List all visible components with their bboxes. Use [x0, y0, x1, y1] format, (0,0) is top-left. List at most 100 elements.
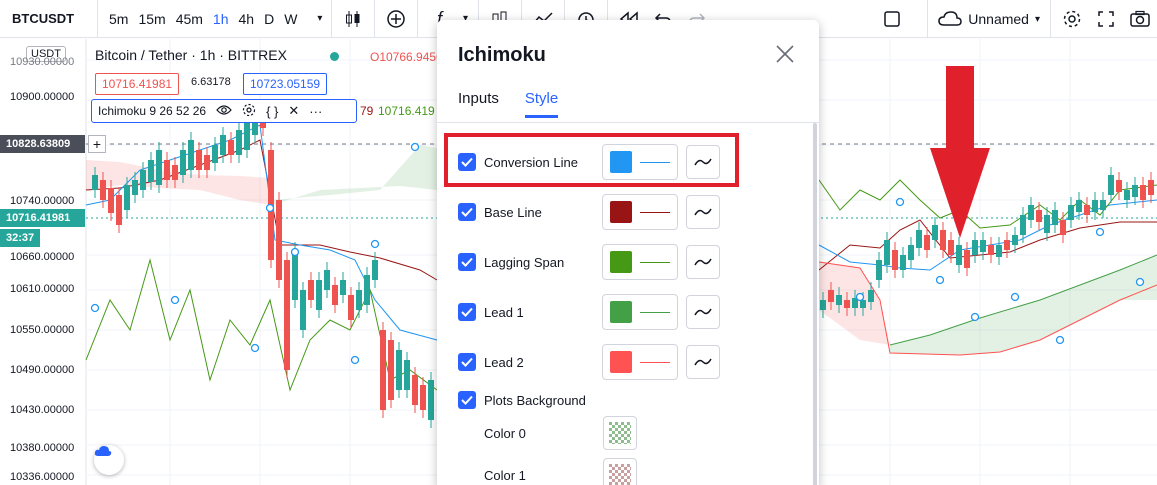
- plots-background-checkbox[interactable]: [458, 391, 476, 409]
- drag-handle: [350, 355, 360, 365]
- add-compare-icon[interactable]: [379, 0, 413, 38]
- interval-4h[interactable]: D: [259, 0, 279, 38]
- source-code-icon[interactable]: { }: [266, 104, 278, 119]
- drag-handle: [895, 197, 905, 207]
- price-label: 10336.00000: [10, 471, 75, 483]
- layout-menu-button[interactable]: Unnamed ▾: [932, 11, 1046, 27]
- candle: [220, 135, 226, 155]
- candle: [1012, 235, 1018, 245]
- candle: [1092, 200, 1098, 212]
- color-swatch: [610, 201, 632, 223]
- crosshair-price-tag: 10828.63809: [0, 135, 85, 153]
- base-line-checkbox[interactable]: [458, 203, 476, 221]
- interval-4h[interactable]: 4h: [234, 0, 260, 38]
- line-sample: [640, 211, 670, 213]
- color-swatch: [610, 351, 632, 373]
- interval-45m[interactable]: 45m: [171, 0, 208, 38]
- price-label-top: 10930.00000: [10, 56, 75, 68]
- candle: [420, 385, 426, 410]
- candle: [956, 245, 962, 265]
- candle: [356, 290, 362, 310]
- lead-1-checkbox[interactable]: [458, 303, 476, 321]
- lagging-span-checkbox[interactable]: [458, 253, 476, 271]
- candle: [244, 120, 250, 150]
- cloud-fill-bullish: [272, 145, 437, 205]
- price-label: 10660.00000: [10, 251, 75, 263]
- candle: [212, 145, 218, 163]
- candle: [1132, 185, 1138, 197]
- candle: [196, 150, 202, 170]
- color-0-button[interactable]: [603, 416, 637, 450]
- lagging-span-style-button[interactable]: [686, 245, 720, 279]
- lead-2-style-button[interactable]: [686, 345, 720, 379]
- close-icon[interactable]: [775, 44, 795, 64]
- bid-price-box[interactable]: 10716.41981: [95, 73, 180, 95]
- interval-1h[interactable]: 1h: [208, 0, 234, 38]
- base-line-style-button[interactable]: [686, 195, 720, 229]
- interval-dropdown[interactable]: ▾: [312, 0, 327, 38]
- symbol-search-button[interactable]: BTCUSDT: [0, 0, 98, 38]
- style-row-lead-2: Lead 2: [458, 344, 720, 380]
- indicator-legend-row[interactable]: Ichimoku 9 26 52 26 { } ✕ ···: [91, 99, 357, 123]
- lead-2-checkbox[interactable]: [458, 353, 476, 371]
- drag-handle: [855, 292, 865, 302]
- toolbar-divider: [1050, 0, 1051, 38]
- color-0-label: Color 0: [484, 426, 526, 441]
- candle: [92, 175, 98, 190]
- add-order-plus-button[interactable]: +: [88, 135, 106, 153]
- fullscreen-icon[interactable]: [1089, 0, 1123, 38]
- fullscreen-toggle-icon[interactable]: [861, 0, 923, 38]
- candle: [828, 290, 834, 302]
- price-label: 10430.00000: [10, 404, 75, 416]
- candle: [428, 380, 434, 420]
- interval-d[interactable]: W: [279, 0, 302, 38]
- tab-style[interactable]: Style: [524, 90, 559, 118]
- dialog-scrollbar[interactable]: [813, 123, 817, 485]
- color-1-button[interactable]: [603, 458, 637, 485]
- candle: [1116, 180, 1122, 192]
- candles-icon[interactable]: [336, 0, 370, 38]
- market-status-dot: [330, 52, 339, 61]
- base-line-color-button[interactable]: [602, 194, 678, 230]
- candle: [324, 270, 330, 290]
- conversion-line-series: [85, 124, 438, 341]
- gear-icon[interactable]: [1055, 0, 1089, 38]
- candle: [1140, 185, 1146, 200]
- tradingview-logo-icon[interactable]: [94, 445, 124, 475]
- toolbar-divider: [374, 0, 376, 38]
- indicator-settings-dialog: Ichimoku Inputs Style Conversion Line Ba…: [437, 20, 819, 485]
- more-icon[interactable]: ···: [309, 104, 322, 119]
- lagging-span-color-button[interactable]: [602, 244, 678, 280]
- lead-1-style-button[interactable]: [686, 295, 720, 329]
- eye-icon[interactable]: [216, 104, 232, 119]
- dialog-title: Ichimoku: [458, 44, 546, 66]
- interval-w[interactable]: [302, 0, 312, 38]
- gear-icon[interactable]: [242, 103, 256, 120]
- lead-2-color-button[interactable]: [602, 344, 678, 380]
- candle: [860, 300, 866, 308]
- color-swatch: [610, 251, 632, 273]
- candle: [948, 240, 954, 255]
- color-1-label: Color 1: [484, 468, 526, 483]
- style-row-plots-background: Plots Background: [458, 382, 624, 418]
- toolbar-divider: [927, 0, 929, 38]
- candle: [348, 295, 354, 320]
- close-icon[interactable]: ✕: [288, 103, 299, 119]
- tab-inputs[interactable]: Inputs: [458, 90, 499, 118]
- candle: [140, 170, 146, 190]
- candle: [124, 185, 130, 210]
- candle: [964, 250, 970, 268]
- candle: [180, 150, 186, 175]
- indicator-value-lagging: 10716.419: [378, 104, 435, 118]
- toolbar-divider: [417, 0, 419, 38]
- interval-5m[interactable]: 5m: [104, 0, 133, 38]
- candle: [172, 165, 178, 180]
- candle: [1060, 220, 1066, 235]
- chart-legend-title[interactable]: Bitcoin / Tether · 1h · BITTREX: [95, 47, 287, 63]
- lead-1-color-button[interactable]: [602, 294, 678, 330]
- ask-price-box[interactable]: 10723.05159: [243, 73, 328, 95]
- candle: [876, 260, 882, 280]
- camera-icon[interactable]: [1123, 0, 1157, 38]
- style-row-lagging-span: Lagging Span: [458, 244, 720, 280]
- interval-15m[interactable]: 15m: [133, 0, 170, 38]
